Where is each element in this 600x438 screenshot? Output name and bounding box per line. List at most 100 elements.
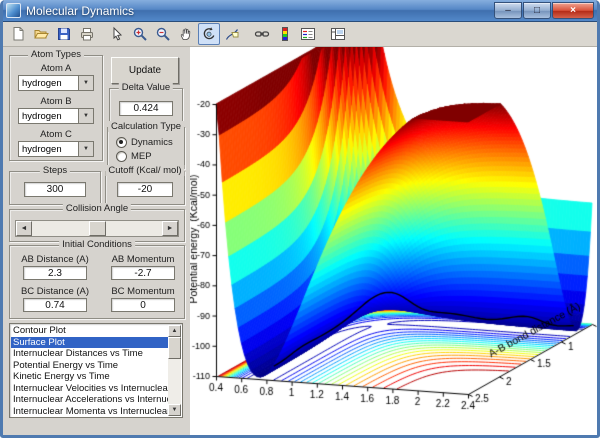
- bc-distance-a-field[interactable]: 0.74: [23, 298, 87, 312]
- scroll-up-icon[interactable]: ▲: [168, 325, 181, 337]
- slider-left-arrow-icon[interactable]: ◄: [16, 221, 32, 236]
- show-plot-tools-button[interactable]: [327, 23, 349, 45]
- dropdown-arrow-icon[interactable]: ▼: [78, 76, 93, 90]
- listbox-scrollbar[interactable]: ▲ ▼: [168, 325, 181, 416]
- delta-value-field[interactable]: 0.424: [119, 101, 173, 116]
- radio-mep[interactable]: MEP: [116, 151, 152, 162]
- link-plot-icon: [254, 31, 270, 37]
- insert-colorbar-icon: [282, 27, 288, 41]
- atom-c-value: hydrogen: [22, 144, 62, 155]
- zoom-out-button[interactable]: [152, 23, 174, 45]
- calculation-type-legend: Calculation Type: [107, 121, 185, 132]
- data-cursor-button[interactable]: [221, 23, 243, 45]
- pan-icon: [180, 28, 191, 40]
- plot-type-listbox[interactable]: Contour Plot Surface Plot Internuclear Dis…: [9, 323, 183, 418]
- collision-angle-slider[interactable]: ◄ ►: [15, 220, 179, 237]
- control-panel: Atom Types Atom A hydrogen ▼ Atom B hydrogen…: [3, 47, 187, 435]
- radio-dynamics-icon[interactable]: [116, 137, 127, 148]
- list-item[interactable]: Kinetic Energy vs Time: [11, 371, 168, 383]
- data-cursor-icon: [225, 29, 239, 40]
- ab-distance-a-label: AB Distance (A): [21, 254, 89, 265]
- save-figure-icon: [58, 28, 70, 40]
- calculation-type-group: Calculation Type Dynamics MEP: [107, 121, 185, 169]
- dropdown-arrow-icon[interactable]: ▼: [78, 109, 93, 123]
- toolbar-separator: [320, 24, 327, 44]
- link-plot-button[interactable]: [251, 23, 273, 45]
- cutoff-group: Cutoff (Kcal/ mol) -20: [105, 165, 185, 205]
- window-controls: – □ ×: [493, 2, 594, 19]
- zoom-in-button[interactable]: [129, 23, 151, 45]
- surface-plot-canvas[interactable]: [190, 47, 597, 435]
- titlebar[interactable]: Molecular Dynamics – □ ×: [3, 0, 597, 22]
- ab-distance-a-field[interactable]: 2.3: [23, 266, 87, 280]
- bc-distance-a-label: BC Distance (A): [20, 286, 90, 297]
- figure-area: [190, 47, 597, 435]
- slider-right-arrow-icon[interactable]: ►: [162, 221, 178, 236]
- scroll-down-icon[interactable]: ▼: [168, 404, 181, 416]
- insert-colorbar-button[interactable]: [274, 23, 296, 45]
- initial-conditions-group: Initial Conditions AB Distance (A) 2.3 AB …: [9, 239, 185, 319]
- dropdown-arrow-icon[interactable]: ▼: [78, 142, 93, 156]
- show-plot-tools-icon: [331, 28, 345, 40]
- edit-plot-button[interactable]: [106, 23, 128, 45]
- list-item[interactable]: Internuclear Accelerations vs Internucle…: [11, 394, 168, 406]
- maximize-button[interactable]: □: [523, 2, 551, 19]
- atom-types-group: Atom Types Atom A hydrogen ▼ Atom B hydrogen…: [9, 49, 103, 161]
- atom-a-label: Atom A: [40, 63, 72, 74]
- toolbar-separator: [244, 24, 251, 44]
- radio-dynamics-label: Dynamics: [131, 137, 173, 148]
- list-item[interactable]: Internuclear Momenta vs Internuclear Dis…: [11, 406, 168, 417]
- print-figure-icon: [81, 28, 93, 41]
- bc-momentum-label: BC Momentum: [111, 286, 175, 297]
- scrollbar-thumb[interactable]: [168, 337, 181, 359]
- atom-types-legend: Atom Types: [28, 49, 84, 60]
- toolbar-separator: [99, 24, 106, 44]
- insert-legend-icon: [301, 28, 315, 40]
- cutoff-field[interactable]: -20: [117, 182, 173, 197]
- delta-value-legend: Delta Value: [118, 82, 174, 93]
- atom-c-dropdown[interactable]: hydrogen ▼: [18, 141, 94, 157]
- new-figure-button[interactable]: [7, 23, 29, 45]
- atom-b-value: hydrogen: [22, 111, 62, 122]
- edit-plot-icon: [113, 26, 123, 41]
- save-figure-button[interactable]: [53, 23, 75, 45]
- update-button[interactable]: Update: [111, 57, 179, 84]
- radio-dynamics[interactable]: Dynamics: [116, 137, 173, 148]
- atom-b-label: Atom B: [40, 96, 72, 107]
- list-item[interactable]: Potential Energy vs Time: [11, 360, 168, 372]
- radio-mep-icon[interactable]: [116, 151, 127, 162]
- atom-b-dropdown[interactable]: hydrogen ▼: [18, 108, 94, 124]
- steps-field[interactable]: 300: [24, 182, 86, 197]
- steps-group: Steps 300: [9, 165, 101, 205]
- print-figure-button[interactable]: [76, 23, 98, 45]
- list-item[interactable]: Surface Plot: [11, 336, 168, 348]
- app-icon: [6, 3, 21, 18]
- atom-c-label: Atom C: [40, 129, 72, 140]
- rotate-3d-icon: [203, 27, 215, 40]
- bc-momentum-field[interactable]: 0: [111, 298, 175, 312]
- radio-mep-label: MEP: [131, 151, 152, 162]
- pan-button[interactable]: [175, 23, 197, 45]
- insert-legend-button[interactable]: [297, 23, 319, 45]
- list-item[interactable]: Contour Plot: [11, 325, 168, 337]
- toolbar: [3, 22, 597, 47]
- window-title: Molecular Dynamics: [26, 3, 135, 18]
- zoom-out-icon: [156, 27, 170, 41]
- slider-thumb[interactable]: [89, 221, 107, 236]
- ab-momentum-field[interactable]: -2.7: [111, 266, 175, 280]
- new-figure-icon: [13, 27, 24, 41]
- atom-a-dropdown[interactable]: hydrogen ▼: [18, 75, 94, 91]
- steps-legend: Steps: [39, 165, 71, 176]
- slider-track[interactable]: [32, 221, 162, 236]
- rotate-3d-button[interactable]: [198, 23, 220, 45]
- list-item[interactable]: Internuclear Distances vs Time: [11, 348, 168, 360]
- app-window: Molecular Dynamics – □ × Atom Types Atom A…: [0, 0, 600, 438]
- collision-angle-legend: Collision Angle: [62, 203, 132, 214]
- collision-angle-group: Collision Angle ◄ ►: [9, 203, 185, 242]
- open-file-icon: [34, 30, 49, 39]
- zoom-in-icon: [133, 27, 147, 41]
- close-button[interactable]: ×: [552, 2, 594, 19]
- open-file-button[interactable]: [30, 23, 52, 45]
- minimize-button[interactable]: –: [494, 2, 522, 19]
- list-item[interactable]: Internuclear Velocities vs Internuclear …: [11, 383, 168, 395]
